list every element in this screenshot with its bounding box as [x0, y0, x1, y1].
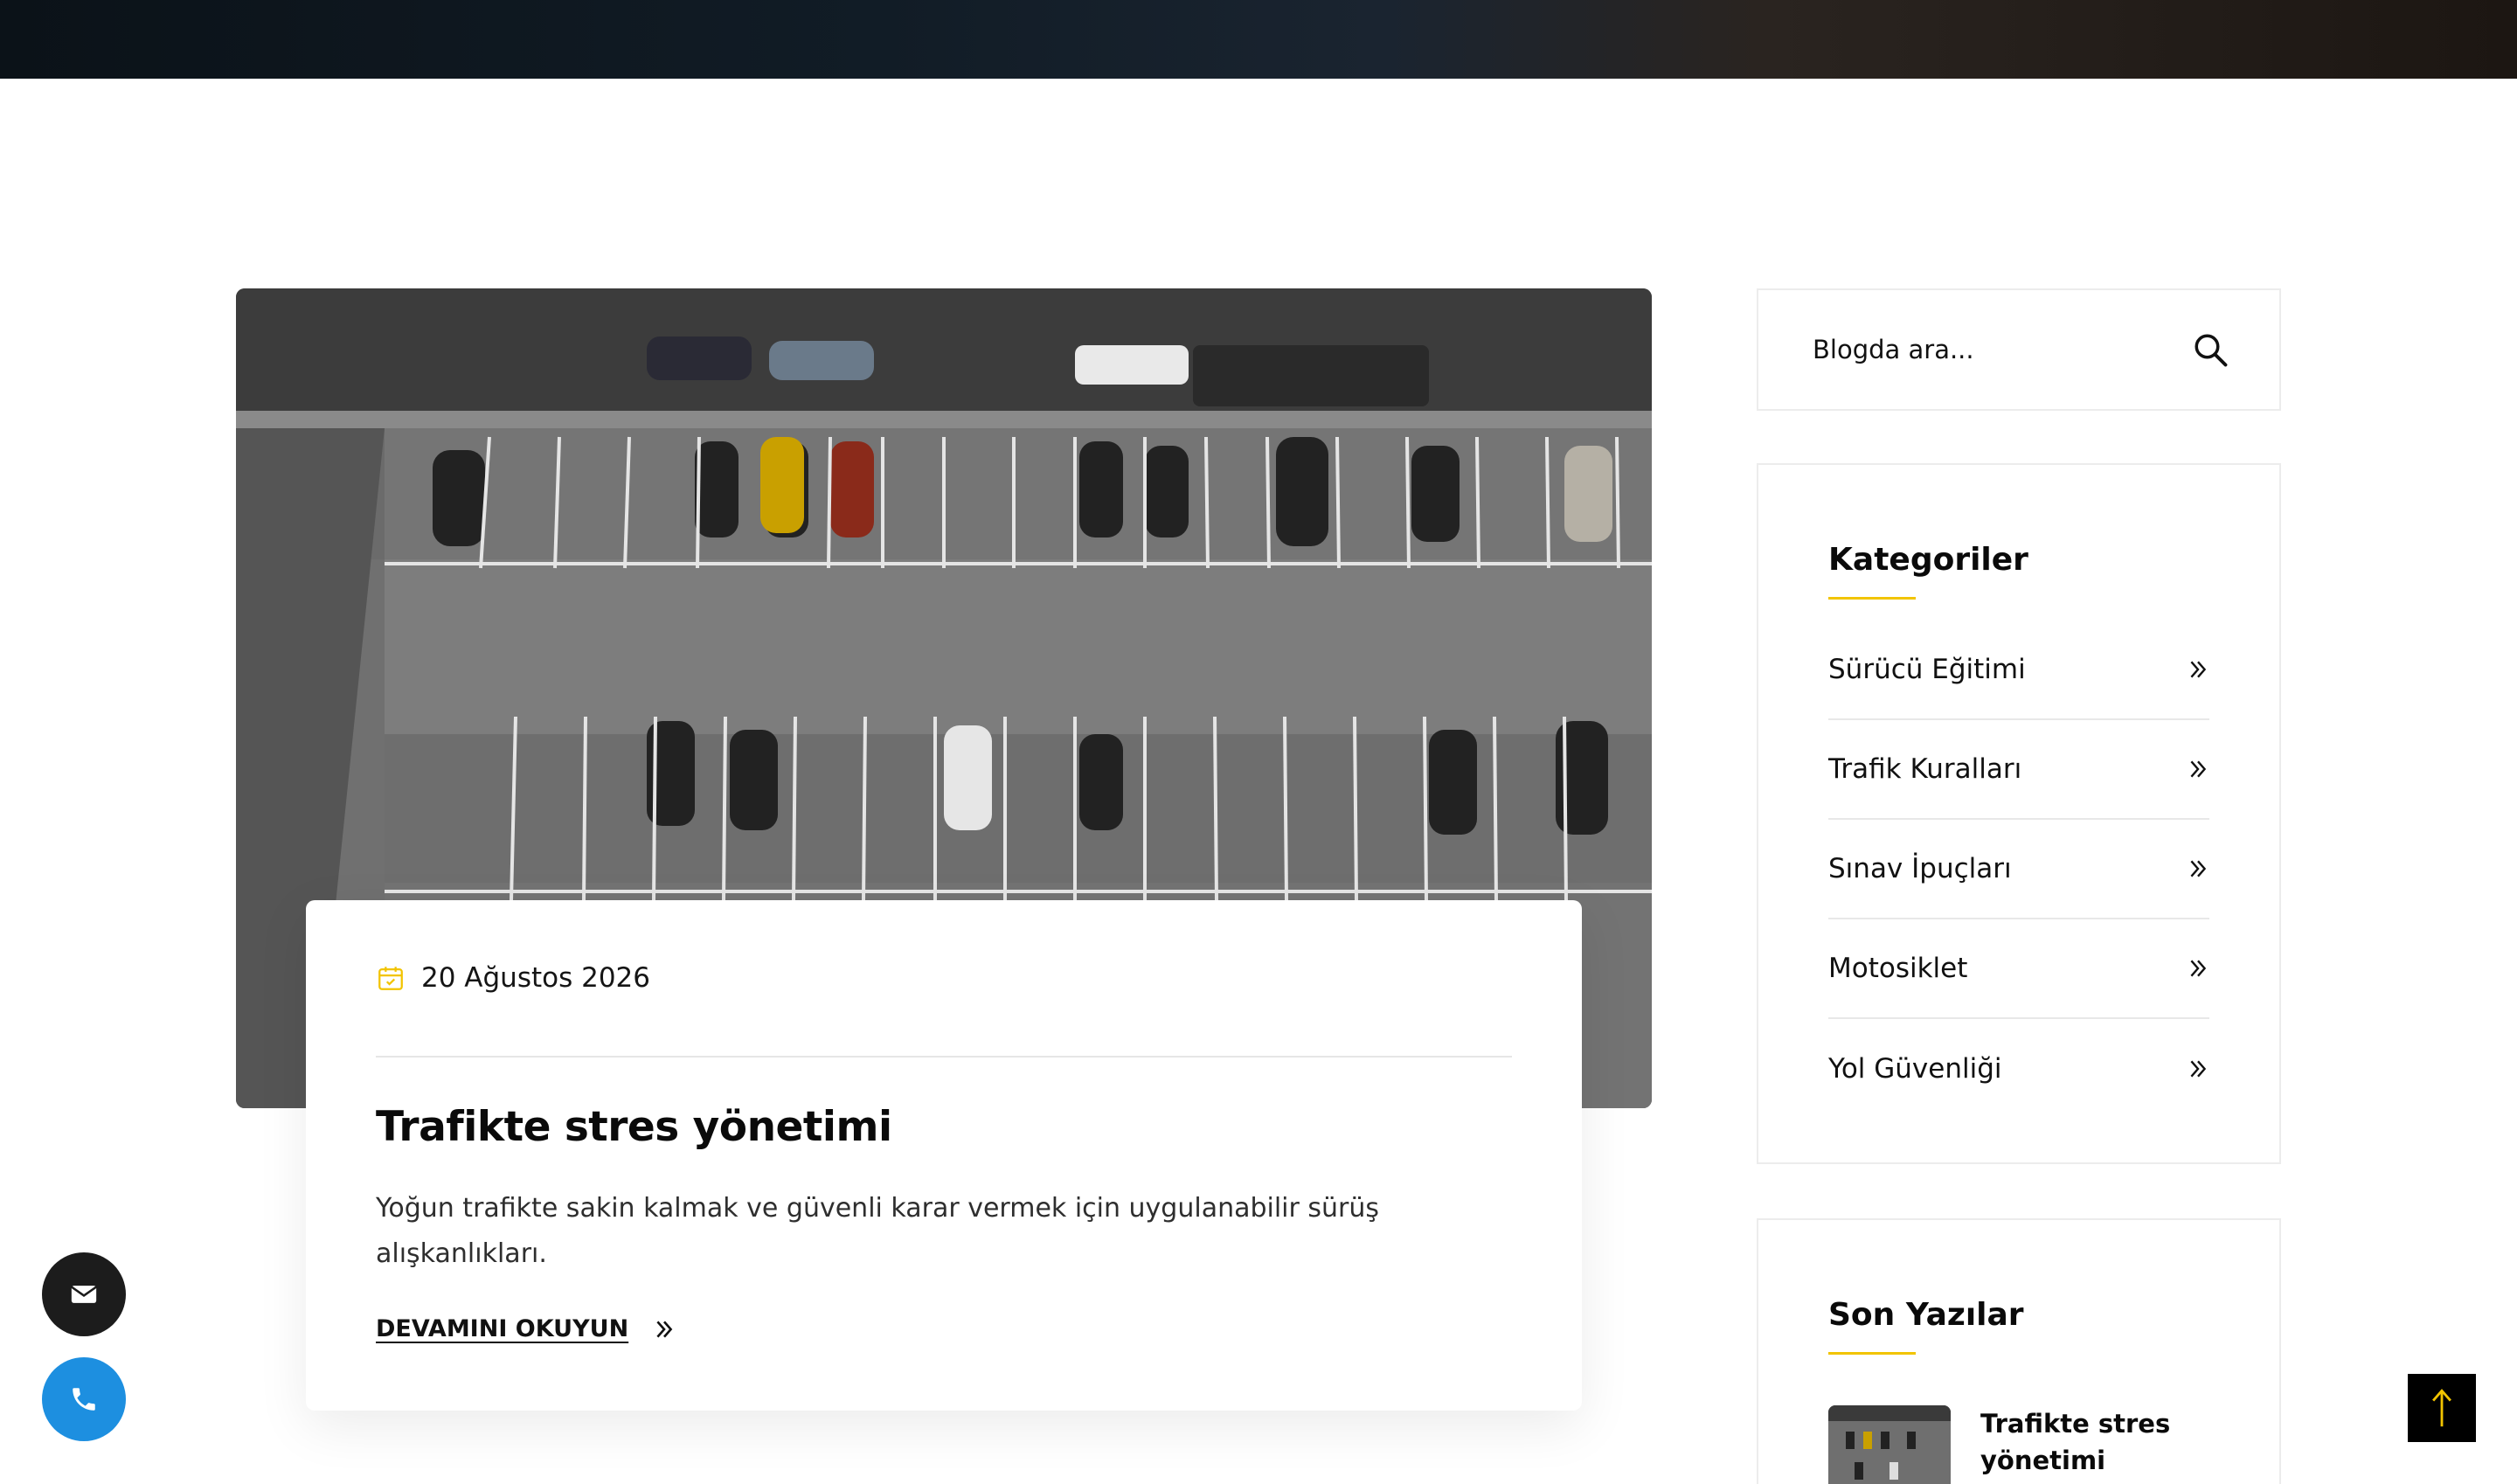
double-chevron-right-icon [2190, 1060, 2207, 1078]
phone-icon [73, 1388, 95, 1411]
calendar-icon [378, 967, 403, 990]
recent-posts-widget: Son Yazılar Trafikte stres yönetimi [1757, 1218, 2281, 1484]
mail-icon [71, 1286, 97, 1303]
recent-posts-title: Son Yazılar [1828, 1297, 2024, 1333]
post-meta: 20 Ağustos 2026 [376, 900, 1512, 1058]
post-date: 20 Ağustos 2026 [421, 962, 651, 994]
category-label[interactable]: Yol Güvenliği [1828, 1053, 2002, 1085]
arrow-up-icon [2432, 1389, 2451, 1427]
categories-title: Kategoriler [1828, 542, 2028, 578]
recent-post-thumbnail[interactable] [1828, 1405, 1951, 1484]
read-more-label[interactable]: DEVAMINI OKUYUN [376, 1315, 628, 1342]
category-item[interactable]: Sınav İpuçları [1828, 820, 2209, 919]
recent-post-item[interactable]: Trafikte stres yönetimi [1828, 1405, 2209, 1484]
blog-search-input[interactable] [1813, 335, 2180, 364]
post-excerpt: Yoğun trafikte sakin kalmak ve güvenli k… [376, 1193, 1380, 1269]
double-chevron-right-icon [2190, 860, 2207, 877]
category-item[interactable]: Sürücü Eğitimi [1828, 621, 2209, 720]
post-title[interactable]: Trafikte stres yönetimi [376, 1103, 1512, 1151]
category-item[interactable]: Motosiklet [1828, 919, 2209, 1019]
read-more-link[interactable]: DEVAMINI OKUYUN [376, 1315, 1512, 1342]
category-list: Sürücü Eğitimi Trafik Kuralları Sınav İp… [1828, 621, 2209, 1119]
category-label[interactable]: Trafik Kuralları [1828, 753, 2021, 785]
title-underline [1828, 597, 1916, 600]
double-chevron-right-icon [2190, 760, 2207, 778]
double-chevron-right-icon [656, 1320, 673, 1338]
title-underline [1828, 1352, 1916, 1355]
categories-widget: Kategoriler Sürücü Eğitimi Trafik Kurall… [1757, 463, 2281, 1164]
category-label[interactable]: Motosiklet [1828, 953, 1967, 984]
search-icon[interactable] [2192, 331, 2229, 368]
blog-search-box [1757, 288, 2281, 411]
double-chevron-right-icon [2190, 661, 2207, 678]
category-item[interactable]: Trafik Kuralları [1828, 720, 2209, 820]
post-card: 20 Ağustos 2026 Trafikte stres yönetimi … [306, 900, 1582, 1411]
recent-post-title[interactable]: Trafikte stres yönetimi [1980, 1405, 2190, 1484]
category-label[interactable]: Sürücü Eğitimi [1828, 654, 2026, 685]
mail-button[interactable] [42, 1252, 126, 1336]
back-to-top-button[interactable] [2408, 1374, 2476, 1442]
category-label[interactable]: Sınav İpuçları [1828, 853, 2012, 884]
phone-button[interactable] [42, 1357, 126, 1441]
hero-banner-bottom [0, 0, 2517, 79]
double-chevron-right-icon [2190, 960, 2207, 977]
category-item[interactable]: Yol Güvenliği [1828, 1019, 2209, 1119]
